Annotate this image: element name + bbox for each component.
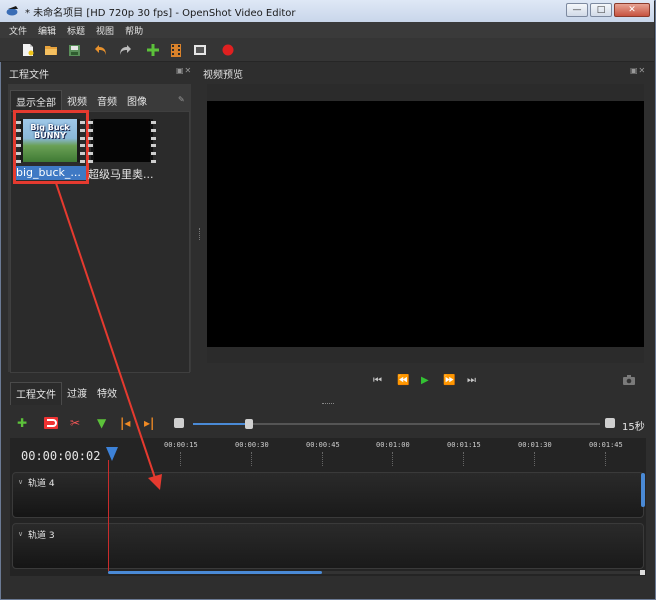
menu-title[interactable]: 标题: [67, 24, 85, 37]
chevron-down-icon[interactable]: ∨: [18, 530, 23, 538]
import-files-icon[interactable]: [145, 42, 161, 58]
ruler-tick: [534, 452, 535, 466]
zoom-level-label: 15秒: [622, 422, 645, 433]
horizontal-splitter-handle[interactable]: [322, 403, 334, 405]
timeline-horizontal-scrollbar[interactable]: [108, 571, 322, 574]
undo-icon[interactable]: [93, 42, 109, 58]
ruler-label: 00:00:45: [306, 441, 340, 449]
file-thumbnail-mario[interactable]: [91, 119, 153, 162]
open-project-icon[interactable]: [43, 42, 59, 58]
export-video-icon[interactable]: [220, 42, 236, 58]
camera-icon[interactable]: [623, 375, 635, 385]
timecode-display: 00:00:00:02: [21, 449, 101, 463]
jump-end-icon[interactable]: ⏭: [467, 375, 476, 386]
add-marker-icon[interactable]: ▼: [97, 417, 106, 429]
fast-forward-icon[interactable]: ⏩: [443, 375, 455, 386]
new-project-icon[interactable]: [20, 42, 36, 58]
ruler-label: 00:01:00: [376, 441, 410, 449]
dock-tab-project-files[interactable]: 工程文件: [10, 382, 62, 405]
zoom-slider-fill: [193, 423, 249, 425]
next-marker-icon[interactable]: ▸|: [144, 417, 154, 429]
zoom-slider[interactable]: [193, 423, 600, 425]
dock-tab-effects[interactable]: 特效: [92, 382, 122, 405]
fullscreen-icon[interactable]: [192, 42, 208, 58]
profile-icon[interactable]: [168, 42, 184, 58]
playhead-line: [108, 460, 109, 572]
maximize-button[interactable]: □: [590, 3, 612, 17]
redo-icon[interactable]: [117, 42, 133, 58]
jump-start-icon[interactable]: ⏮: [373, 375, 382, 386]
track-name-4: 轨道 4: [28, 479, 55, 489]
film-strip-icon: [151, 121, 157, 163]
ruler-label: 00:00:15: [164, 441, 198, 449]
playhead-handle[interactable]: [106, 447, 118, 461]
filter-tab-image[interactable]: 图像: [122, 90, 152, 113]
minimize-button[interactable]: —: [566, 3, 588, 17]
track-name-3: 轨道 3: [28, 531, 55, 541]
film-strip-icon: [88, 121, 94, 163]
title-bar: * 未命名项目 [HD 720p 30 fps] - OpenShot Vide…: [0, 0, 654, 22]
ruler-tick: [251, 452, 252, 466]
ruler-tick: [463, 452, 464, 466]
previous-marker-icon[interactable]: |◂: [120, 417, 130, 429]
filter-tab-audio[interactable]: 音频: [92, 90, 122, 113]
openshot-logo-icon: [6, 6, 18, 16]
zoom-slider-handle[interactable]: [245, 419, 253, 429]
menu-view[interactable]: 视图: [96, 24, 114, 37]
vertical-splitter-handle[interactable]: [199, 228, 201, 240]
ruler-label: 00:01:15: [447, 441, 481, 449]
video-preview-screen: [207, 101, 644, 347]
filter-clear-icon[interactable]: ✎: [178, 95, 185, 104]
project-files-panel-title: 工程文件: [9, 70, 49, 81]
resize-grip[interactable]: [640, 570, 645, 575]
window-title: * 未命名项目 [HD 720p 30 fps] - OpenShot Vide…: [25, 7, 296, 19]
ruler-tick: [322, 452, 323, 466]
menu-help[interactable]: 帮助: [125, 24, 143, 37]
annotation-highlight-box: [13, 110, 89, 184]
menu-file[interactable]: 文件: [9, 24, 27, 37]
dock-float-close-icon[interactable]: ▣✕: [176, 66, 192, 75]
ruler-label: 00:01:45: [589, 441, 623, 449]
play-icon[interactable]: ▶: [421, 375, 429, 386]
file-label-mario[interactable]: 超级马里奥...: [88, 166, 154, 182]
zoom-out-icon[interactable]: [174, 418, 184, 428]
save-project-icon[interactable]: [66, 42, 82, 58]
ruler-label: 00:00:30: [235, 441, 269, 449]
snapping-icon[interactable]: [44, 417, 58, 429]
main-toolbar: [0, 38, 654, 62]
menu-edit[interactable]: 编辑: [38, 24, 56, 37]
ruler-tick: [180, 452, 181, 466]
chevron-down-icon[interactable]: ∨: [18, 478, 23, 486]
ruler-label: 00:01:30: [518, 441, 552, 449]
timeline-vertical-scrollbar[interactable]: [641, 473, 645, 507]
rewind-icon[interactable]: ⏪: [397, 375, 409, 386]
left-dock-tabs: 工程文件 过渡 特效: [10, 382, 122, 405]
dock-tab-transitions[interactable]: 过渡: [62, 382, 92, 405]
window-controls: — □ ✕: [566, 3, 650, 17]
dock-float-close-icon[interactable]: ▣✕: [630, 66, 646, 75]
video-preview-panel-title: 视频预览: [203, 70, 243, 81]
ruler-tick: [605, 452, 606, 466]
zoom-in-icon[interactable]: [605, 418, 615, 428]
menu-bar: 文件 编辑 标题 视图 帮助: [0, 22, 654, 38]
razor-icon[interactable]: ✂: [70, 417, 80, 429]
close-button[interactable]: ✕: [614, 3, 650, 17]
ruler-tick: [392, 452, 393, 466]
add-track-icon[interactable]: ✚: [17, 417, 27, 429]
